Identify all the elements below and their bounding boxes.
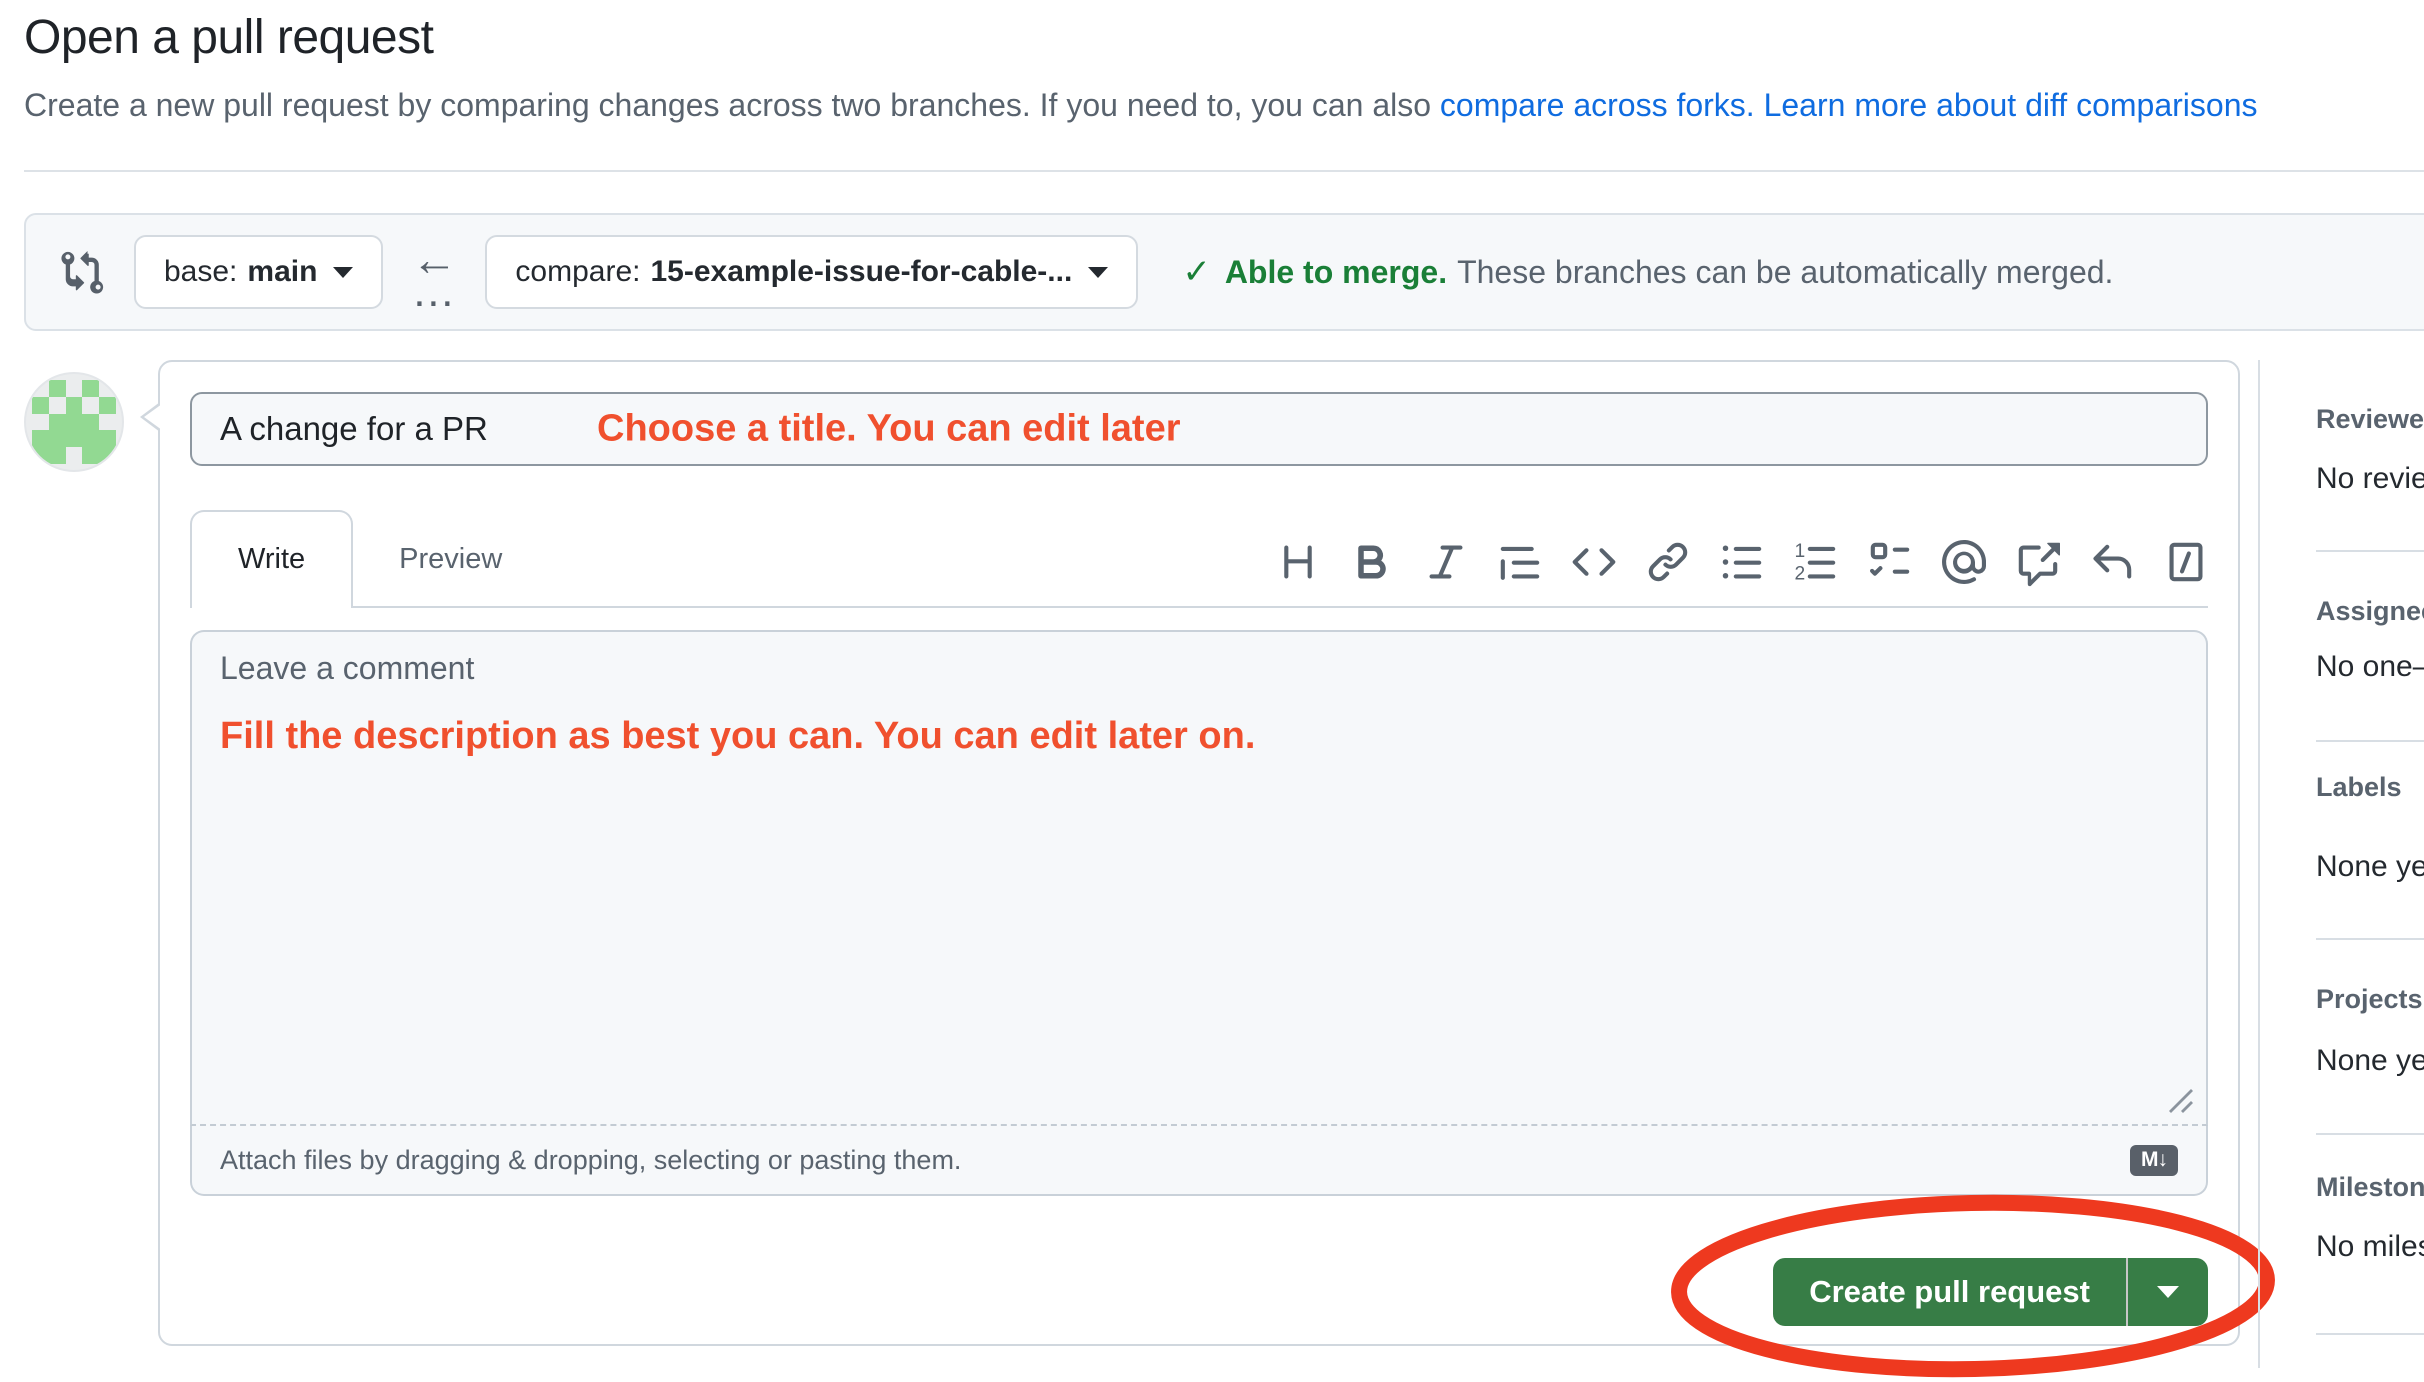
sidebar-section-divider bbox=[2316, 550, 2424, 552]
heading-button[interactable] bbox=[1276, 540, 1320, 584]
create-pull-request-button[interactable]: Create pull request bbox=[1773, 1258, 2126, 1326]
sidebar-divider bbox=[2258, 360, 2260, 1368]
title-annotation: Choose a title. You can edit later bbox=[597, 408, 1181, 451]
link-icon bbox=[1646, 540, 1690, 584]
comment-textarea[interactable]: Leave a comment Fill the description as … bbox=[190, 630, 2208, 1126]
sidebar-reviewers-header[interactable]: Reviewers bbox=[2316, 404, 2424, 435]
sidebar-projects-header[interactable]: Projects bbox=[2316, 984, 2423, 1015]
italic-icon bbox=[1424, 540, 1468, 584]
ellipsis-icon: … bbox=[411, 279, 457, 305]
sidebar-projects-value: None yet bbox=[2316, 1044, 2424, 1078]
create-pr-options-dropdown[interactable] bbox=[2128, 1258, 2208, 1326]
identicon-grid bbox=[32, 380, 116, 464]
sidebar-milestone-value: No milestone bbox=[2316, 1230, 2424, 1264]
sidebar-section-divider bbox=[2316, 740, 2424, 742]
compare-branch-dropdown[interactable]: compare: 15-example-issue-for-cable-... bbox=[485, 235, 1138, 309]
attach-files-hint: Attach files by dragging & dropping, sel… bbox=[220, 1145, 961, 1176]
link-button[interactable] bbox=[1646, 540, 1690, 584]
slash-commands-button[interactable] bbox=[2164, 540, 2208, 584]
task-list-button[interactable] bbox=[1868, 540, 1912, 584]
page-title: Open a pull request bbox=[24, 10, 2424, 65]
git-compare-icon bbox=[60, 249, 106, 295]
merge-status-label: Able to merge. bbox=[1225, 254, 1447, 291]
avatar bbox=[24, 372, 124, 472]
ordered-list-icon: 12 bbox=[1794, 540, 1838, 584]
base-branch-dropdown[interactable]: base: main bbox=[134, 235, 383, 309]
cross-reference-icon bbox=[2016, 540, 2060, 584]
pr-title-input[interactable]: A change for a PR Choose a title. You ca… bbox=[190, 392, 2208, 466]
heading-icon bbox=[1276, 540, 1320, 584]
compare-across-forks-link[interactable]: compare across forks. bbox=[1440, 87, 1755, 123]
sidebar-section-divider bbox=[2316, 1333, 2424, 1335]
page-subtitle: Create a new pull request by comparing c… bbox=[24, 87, 2424, 124]
cross-reference-button[interactable] bbox=[2016, 540, 2060, 584]
svg-text:2: 2 bbox=[1795, 564, 1806, 585]
merge-status: ✓ Able to merge. These branches can be a… bbox=[1182, 252, 2113, 292]
learn-more-diff-link[interactable]: Learn more about diff comparisons bbox=[1764, 87, 2258, 123]
comment-annotation: Fill the description as best you can. Yo… bbox=[220, 715, 2178, 758]
bold-icon bbox=[1350, 540, 1394, 584]
reply-icon bbox=[2090, 540, 2134, 584]
sidebar-assignees-header[interactable]: Assignees bbox=[2316, 596, 2424, 627]
chevron-down-icon bbox=[2157, 1286, 2179, 1298]
sidebar-milestone-header[interactable]: Milestone bbox=[2316, 1172, 2424, 1203]
compare-branch-prefix: compare: bbox=[515, 255, 640, 289]
markdown-icon: M↓ bbox=[2130, 1145, 2178, 1176]
saved-replies-button[interactable] bbox=[2090, 540, 2134, 584]
base-branch-name: main bbox=[247, 255, 317, 289]
tab-write[interactable]: Write bbox=[190, 510, 353, 608]
pr-title-value: A change for a PR bbox=[220, 410, 488, 448]
quote-button[interactable] bbox=[1498, 540, 1542, 584]
attach-files-bar[interactable]: Attach files by dragging & dropping, sel… bbox=[190, 1126, 2208, 1196]
header-divider bbox=[24, 170, 2424, 172]
sidebar-reviewers-value: No reviews bbox=[2316, 462, 2424, 496]
code-button[interactable] bbox=[1572, 540, 1616, 584]
create-pr-button-group: Create pull request bbox=[1773, 1258, 2208, 1326]
mention-icon bbox=[1942, 540, 1986, 584]
italic-button[interactable] bbox=[1424, 540, 1468, 584]
quote-icon bbox=[1498, 540, 1542, 584]
editor-tab-bar: Write Preview 1 bbox=[190, 510, 2208, 608]
unordered-list-icon bbox=[1720, 540, 1764, 584]
sidebar-labels-value: None yet bbox=[2316, 850, 2424, 884]
slash-commands-icon bbox=[2164, 540, 2208, 584]
comment-placeholder: Leave a comment bbox=[220, 650, 2178, 687]
merge-status-detail: These branches can be automatically merg… bbox=[1457, 254, 2113, 291]
branch-selection-bar: base: main ← … compare: 15-example-issue… bbox=[24, 213, 2424, 331]
sidebar-section-divider bbox=[2316, 1133, 2424, 1135]
check-icon: ✓ bbox=[1182, 252, 1211, 292]
tab-preview[interactable]: Preview bbox=[353, 512, 548, 606]
form-actions: Create pull request bbox=[190, 1258, 2208, 1326]
pr-sidebar: Reviewers No reviews Assignees No one—as… bbox=[2316, 360, 2424, 1368]
pr-form-card: A change for a PR Choose a title. You ca… bbox=[158, 360, 2240, 1346]
markdown-toolbar: 12 bbox=[1276, 540, 2208, 606]
sidebar-labels-header[interactable]: Labels bbox=[2316, 772, 2402, 803]
ordered-list-button[interactable]: 12 bbox=[1794, 540, 1838, 584]
svg-text:1: 1 bbox=[1795, 541, 1806, 562]
chevron-down-icon bbox=[1088, 267, 1108, 278]
sidebar-section-divider bbox=[2316, 938, 2424, 940]
mention-button[interactable] bbox=[1942, 540, 1986, 584]
chevron-down-icon bbox=[333, 267, 353, 278]
compare-branch-name: 15-example-issue-for-cable-... bbox=[650, 255, 1072, 289]
base-branch-prefix: base: bbox=[164, 255, 237, 289]
branch-direction-indicator: ← … bbox=[411, 239, 457, 305]
bold-button[interactable] bbox=[1350, 540, 1394, 584]
unordered-list-button[interactable] bbox=[1720, 540, 1764, 584]
task-list-icon bbox=[1868, 540, 1912, 584]
resize-grip-icon[interactable] bbox=[2164, 1084, 2196, 1116]
subtitle-text: Create a new pull request by comparing c… bbox=[24, 87, 1440, 123]
code-icon bbox=[1572, 540, 1616, 584]
sidebar-assignees-value: No one—assign yourself bbox=[2316, 650, 2424, 684]
page-header: Open a pull request Create a new pull re… bbox=[24, 10, 2424, 124]
